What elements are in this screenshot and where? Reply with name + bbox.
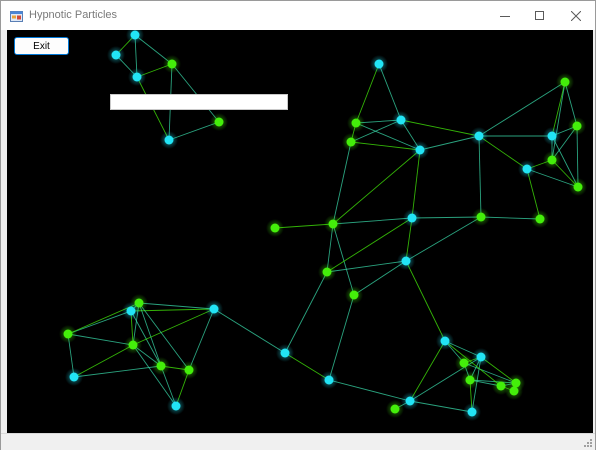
particle-link: [326, 260, 407, 273]
particle-link: [411, 216, 482, 219]
green-particle: [543, 151, 561, 169]
particle-link: [332, 217, 413, 225]
green-particle: [569, 178, 587, 196]
cyan-particle: [470, 127, 488, 145]
particle-link: [332, 223, 355, 296]
cyan-particle: [463, 403, 481, 421]
cyan-particle: [392, 111, 410, 129]
cyan-particle: [397, 252, 415, 270]
cyan-particle: [128, 68, 146, 86]
particle-link: [67, 333, 134, 346]
green-particle: [210, 113, 228, 131]
particle-link: [355, 63, 380, 124]
maximize-button[interactable]: [523, 1, 557, 30]
exit-button[interactable]: Exit: [14, 37, 69, 55]
particle-link: [405, 260, 446, 342]
particle-link: [73, 365, 162, 378]
cyan-particle: [122, 302, 140, 320]
cyan-particle: [403, 209, 421, 227]
particle-link: [67, 310, 132, 335]
particle-links: [67, 34, 579, 413]
particle-link: [353, 260, 407, 296]
status-bar: [1, 433, 595, 450]
cyan-particle: [160, 131, 178, 149]
particle-link: [328, 294, 355, 381]
particle-canvas-area[interactable]: Exit: [7, 30, 593, 433]
title-bar[interactable]: Hypnotic Particles: [1, 1, 595, 30]
green-particle: [505, 382, 523, 400]
close-icon: [571, 11, 581, 21]
green-particle: [455, 354, 473, 372]
particle-link: [378, 63, 402, 121]
cyan-particle: [370, 55, 388, 73]
green-particle: [531, 210, 549, 228]
green-particle: [461, 371, 479, 389]
window-title: Hypnotic Particles: [29, 9, 118, 21]
minimize-button[interactable]: [488, 1, 522, 30]
green-particle: [347, 114, 365, 132]
particle-canvas: [59, 30, 587, 421]
minimize-icon: [500, 16, 510, 17]
green-particle: [345, 286, 363, 304]
cyan-particle: [276, 344, 294, 362]
cyan-particle: [436, 332, 454, 350]
resize-grip-icon[interactable]: [583, 438, 593, 448]
particle-link: [400, 119, 480, 137]
green-particle: [59, 325, 77, 343]
particle-link: [409, 400, 473, 413]
particle-link: [328, 379, 411, 402]
particle-link: [73, 344, 134, 378]
particle-link: [419, 135, 480, 151]
green-particle: [124, 336, 142, 354]
app-icon: [10, 9, 23, 22]
green-particle: [318, 263, 336, 281]
particle-link: [478, 135, 482, 218]
particle-link: [409, 340, 446, 402]
green-particle: [266, 219, 284, 237]
particle-link: [576, 125, 579, 188]
cyan-particle: [411, 141, 429, 159]
green-particle: [163, 55, 181, 73]
green-particle: [342, 133, 360, 151]
particle-link: [332, 141, 352, 225]
green-particle: [472, 208, 490, 226]
particle-link: [411, 149, 421, 219]
close-button[interactable]: [559, 1, 593, 30]
particle-link: [213, 308, 286, 354]
particles: [59, 30, 587, 421]
green-particle: [556, 73, 574, 91]
particle-link: [171, 63, 220, 123]
cyan-particle: [205, 300, 223, 318]
maximize-icon: [535, 11, 544, 20]
green-particle: [568, 117, 586, 135]
green-particle: [386, 400, 404, 418]
cyan-particle: [472, 348, 490, 366]
text-input[interactable]: [110, 94, 288, 110]
app-window: Hypnotic Particles Exit: [0, 0, 596, 450]
green-particle: [324, 215, 342, 233]
cyan-particle: [518, 160, 536, 178]
cyan-particle: [167, 397, 185, 415]
cyan-particle: [320, 371, 338, 389]
particle-link: [284, 271, 328, 354]
particle-link: [138, 302, 215, 310]
green-particle: [180, 361, 198, 379]
cyan-particle: [107, 46, 125, 64]
cyan-particle: [65, 368, 83, 386]
cyan-particle: [543, 127, 561, 145]
green-particle: [152, 357, 170, 375]
